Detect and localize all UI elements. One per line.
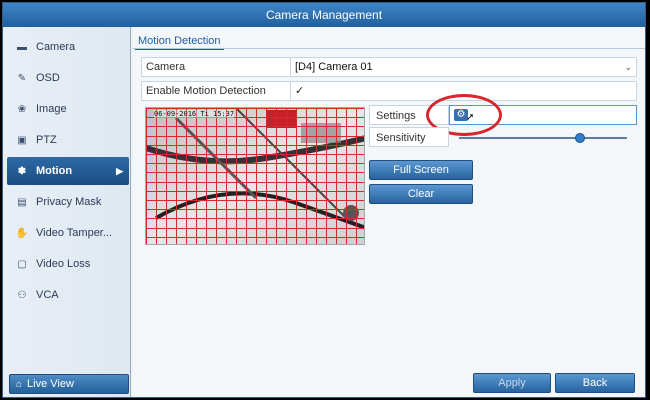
sidebar-item-motion[interactable]: ✽ Motion ▶ <box>7 157 129 185</box>
sidebar-item-label: Privacy Mask <box>36 196 102 208</box>
sensitivity-slider-thumb[interactable] <box>574 133 585 143</box>
chevron-right-icon: ▶ <box>116 165 123 176</box>
camera-label: Camera <box>146 61 186 73</box>
sidebar-item-label: VCA <box>36 289 59 301</box>
camera-management-window: Camera Management ▬ Camera ✎ OSD ❀ Image… <box>2 2 646 398</box>
sidebar-item-camera[interactable]: ▬ Camera <box>7 33 129 61</box>
camera-icon: ▬ <box>17 41 27 53</box>
clear-button[interactable]: Clear <box>369 184 473 204</box>
sidebar-item-vca[interactable]: ⚇ VCA <box>7 281 129 309</box>
checkmark-icon: ✓ <box>295 85 305 97</box>
tab-divider <box>133 48 645 49</box>
enable-motion-label: Enable Motion Detection <box>146 85 266 97</box>
full-screen-button[interactable]: Full Screen <box>369 160 473 180</box>
sidebar-item-osd[interactable]: ✎ OSD <box>7 64 129 92</box>
sidebar-item-video-tamper[interactable]: ✋ Video Tamper... <box>7 219 129 247</box>
camera-row: Camera [D4] Camera 01 ⌄ <box>141 57 637 77</box>
video-tamper-icon: ✋ <box>15 227 29 239</box>
camera-select-value: [D4] Camera 01 <box>295 61 373 73</box>
window-title: Camera Management <box>3 3 645 27</box>
sidebar-item-label: Camera <box>36 41 76 53</box>
motion-icon: ✽ <box>17 165 27 177</box>
sensitivity-label: Sensitivity <box>369 127 449 147</box>
sidebar-item-label: Video Tamper... <box>36 227 113 239</box>
sidebar-item-privacy-mask[interactable]: ▤ Privacy Mask <box>7 188 129 216</box>
apply-button[interactable]: Apply <box>473 373 551 393</box>
sensitivity-slider-track[interactable] <box>459 137 627 139</box>
osd-timestamp: 06-09-2016 Ti 15:37 <box>154 110 235 118</box>
settings-field: ⚙ ➚ <box>426 94 637 136</box>
sidebar-item-label: Image <box>36 103 67 115</box>
privacy-mask-icon: ▤ <box>17 196 27 208</box>
vca-icon: ⚇ <box>17 289 27 301</box>
sidebar-item-ptz[interactable]: ▣ PTZ <box>7 126 129 154</box>
sidebar-item-label: PTZ <box>36 134 57 146</box>
main-panel: Motion Detection Camera [D4] Camera 01 ⌄… <box>133 27 645 397</box>
settings-row: Settings ⚙ ➚ <box>369 94 637 136</box>
sidebar: ▬ Camera ✎ OSD ❀ Image ▣ PTZ ✽ Motion ▶ … <box>3 27 131 397</box>
image-icon: ❀ <box>17 103 27 115</box>
chevron-down-icon: ⌄ <box>624 62 632 72</box>
sidebar-item-label: Video Loss <box>36 258 91 270</box>
enable-motion-row: Enable Motion Detection ✓ <box>141 81 637 101</box>
camera-preview-image <box>146 108 364 244</box>
ptz-icon: ▣ <box>17 134 27 146</box>
sidebar-item-label: Motion <box>36 165 73 177</box>
camera-select[interactable]: [D4] Camera 01 ⌄ <box>290 58 636 76</box>
motion-grid-preview[interactable]: 06-09-2016 Ti 15:37 <box>145 107 365 245</box>
home-icon: ⌂ <box>16 378 23 390</box>
sidebar-item-video-loss[interactable]: ▢ Video Loss <box>7 250 129 278</box>
sidebar-item-image[interactable]: ❀ Image <box>7 95 129 123</box>
sensitivity-row: Sensitivity <box>369 127 637 147</box>
back-button[interactable]: Back <box>555 373 635 393</box>
sidebar-item-label: OSD <box>36 72 60 84</box>
video-loss-icon: ▢ <box>17 258 27 270</box>
live-view-button[interactable]: ⌂ Live View <box>9 374 129 394</box>
live-view-label: Live View <box>27 378 74 390</box>
osd-icon: ✎ <box>17 72 27 84</box>
